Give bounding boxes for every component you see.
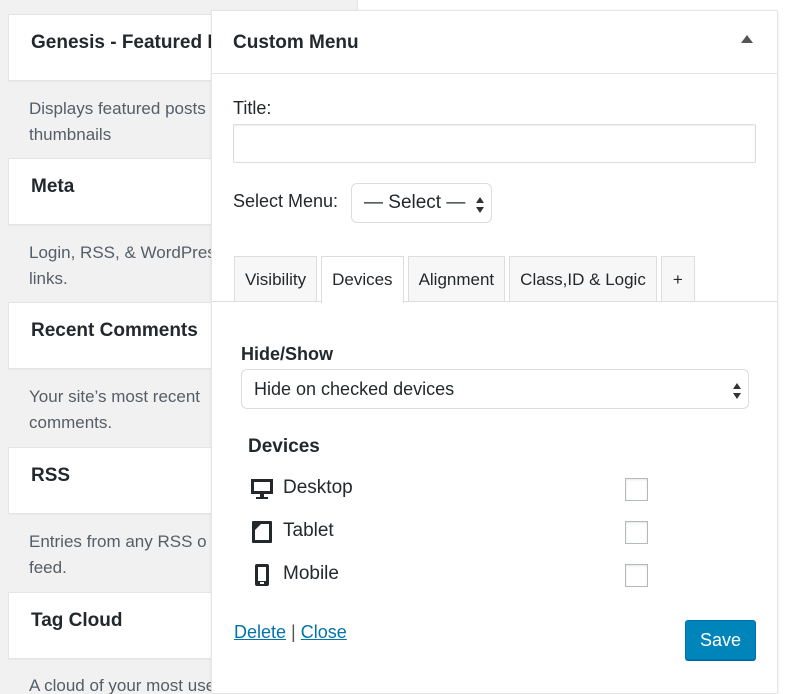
device-label: Mobile [283,563,339,584]
tab-alignment[interactable]: Alignment [407,256,506,302]
device-row-desktop: Desktop [250,475,650,503]
widget-footer-links: Delete | Close [234,622,347,643]
desktop-checkbox[interactable] [625,478,648,501]
updown-arrows-icon [476,197,484,213]
widget-title: Custom Menu [233,32,359,53]
hide-show-label: Hide/Show [241,344,334,364]
close-link[interactable]: Close [301,622,347,642]
tablet-icon [252,521,272,543]
tab-class-id-logic[interactable]: Class,ID & Logic [509,256,657,302]
tab-more[interactable]: + [660,256,695,302]
widget-description: Displays featured posts thumbnails [29,99,206,144]
tablet-checkbox[interactable] [625,521,648,544]
select-menu-dropdown[interactable]: — Select — [351,183,492,223]
device-row-mobile: Mobile [250,561,650,589]
collapse-arrow-icon[interactable] [741,35,753,43]
widget-title: RSS [31,465,71,486]
select-menu-label: Select Menu: [233,191,339,211]
widget-description: Login, RSS, & WordPress links. [29,243,219,288]
mobile-checkbox[interactable] [625,564,648,587]
devices-heading: Devices [248,436,320,457]
select-menu-value: — Select — [364,192,466,213]
widget-title: Genesis - Featured P [31,32,221,53]
delete-link[interactable]: Delete [234,622,286,642]
desktop-icon [251,479,273,499]
device-label: Desktop [283,477,353,498]
widget-options-tabs: Visibility Devices Alignment Class,ID & … [234,256,699,303]
title-input[interactable] [233,124,756,163]
device-row-tablet: Tablet [250,518,650,546]
widget-title: Recent Comments [31,320,198,341]
widget-title: Meta [31,176,75,197]
widget-description: Entries from any RSS o feed. [29,532,207,577]
link-separator: | [291,622,296,642]
tab-visibility[interactable]: Visibility [234,256,318,302]
widget-header[interactable]: Custom Menu [212,11,777,74]
save-button[interactable]: Save [685,620,756,660]
widget-description: A cloud of your most used [29,676,219,694]
device-label: Tablet [283,520,334,541]
hide-show-value: Hide on checked devices [254,379,455,399]
mobile-icon [255,564,269,586]
tabs-divider [212,301,777,302]
tab-devices[interactable]: Devices [321,256,404,303]
widget-description: Your site’s most recent comments. [29,387,201,432]
updown-arrows-icon [733,383,741,399]
widget-title: Tag Cloud [31,610,123,631]
title-label: Title: [233,98,272,118]
hide-show-select[interactable]: Hide on checked devices [241,369,749,409]
custom-menu-widget: Custom Menu Title: Select Menu: — Select… [211,10,778,694]
